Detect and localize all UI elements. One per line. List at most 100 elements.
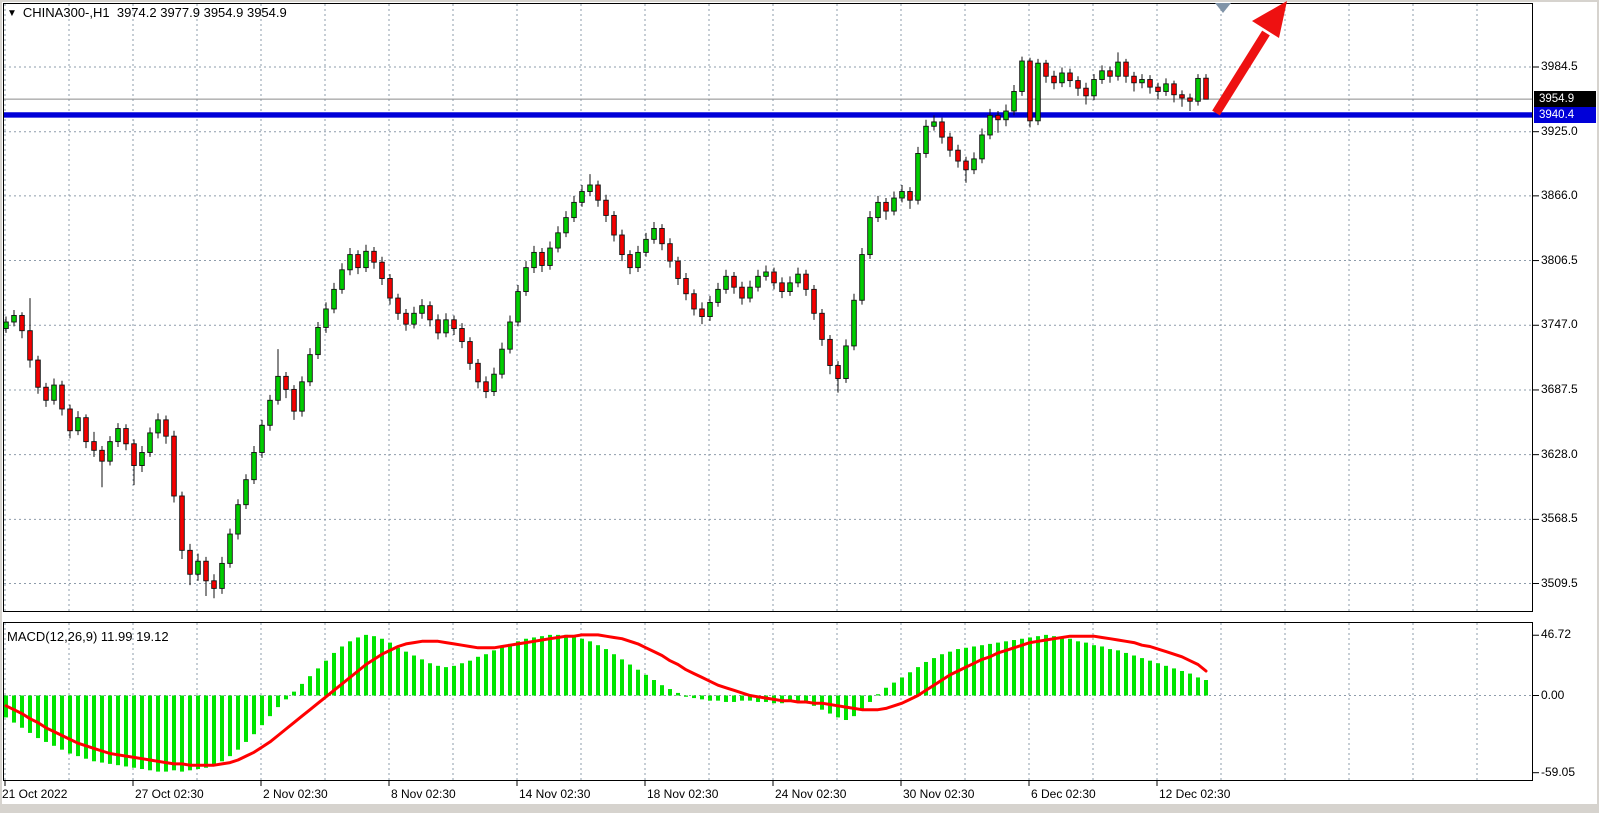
candle-bull xyxy=(1036,63,1041,121)
candle-bull xyxy=(924,126,929,153)
candle-bear xyxy=(188,550,193,574)
macd-histogram-bar xyxy=(324,661,328,696)
candle-bear xyxy=(996,115,1001,119)
candle-bull xyxy=(564,218,569,233)
macd-histogram-bar xyxy=(244,696,248,742)
candle-bear xyxy=(1172,84,1177,95)
macd-histogram-bar xyxy=(516,641,520,695)
macd-histogram-bar xyxy=(636,670,640,696)
horizontal-line-price-tag: 3940.4 xyxy=(1534,107,1596,123)
price-pane-border xyxy=(4,4,1533,612)
price-axis-label: 3509.5 xyxy=(1541,576,1578,590)
macd-histogram-bar xyxy=(36,696,40,739)
candle-bull xyxy=(276,376,281,400)
candle-bear xyxy=(396,298,401,313)
candle-bull xyxy=(932,122,937,126)
macd-histogram-bar xyxy=(28,696,32,733)
candle-bull xyxy=(524,268,529,292)
chart-shift-marker-icon[interactable] xyxy=(1215,3,1231,13)
macd-histogram-bar xyxy=(1156,663,1160,695)
candle-bull xyxy=(244,480,249,505)
macd-histogram-bar xyxy=(428,663,432,695)
macd-histogram-bar xyxy=(932,658,936,695)
macd-histogram-bar xyxy=(1204,680,1208,695)
macd-histogram-bar xyxy=(164,696,168,772)
candle-bull xyxy=(1012,91,1017,111)
candle-bear xyxy=(908,192,913,201)
macd-histogram-bar xyxy=(532,637,536,695)
candle-bear xyxy=(804,274,809,289)
candle-bull xyxy=(716,289,721,302)
candle-bull xyxy=(852,300,857,346)
macd-axis-label: 46.72 xyxy=(1541,627,1571,641)
horizontal-level-line[interactable] xyxy=(4,112,1532,117)
price-axis-label: 3866.0 xyxy=(1541,188,1578,202)
macd-histogram-bar xyxy=(628,665,632,696)
time-axis-label: 8 Nov 02:30 xyxy=(391,787,456,801)
macd-histogram-bar xyxy=(68,696,72,754)
candlestick-chart-canvas[interactable] xyxy=(0,0,1599,813)
macd-histogram-bar xyxy=(852,696,856,717)
price-axis-label: 3687.5 xyxy=(1541,382,1578,396)
macd-histogram-bar xyxy=(460,663,464,695)
candle-bull xyxy=(748,287,753,298)
macd-histogram-bar xyxy=(404,652,408,696)
candle-bear xyxy=(284,376,289,389)
candle-bull xyxy=(1100,71,1105,80)
candle-bull xyxy=(548,248,553,265)
bid-price-tag: 3954.9 xyxy=(1534,91,1596,107)
candle-bear xyxy=(884,202,889,211)
macd-histogram-bar xyxy=(620,659,624,695)
ohlc-values-label: 3974.2 3977.9 3954.9 3954.9 xyxy=(117,5,287,20)
macd-histogram-bar xyxy=(980,645,984,695)
macd-histogram-bar xyxy=(1020,639,1024,696)
time-axis-label: 30 Nov 02:30 xyxy=(903,787,974,801)
macd-histogram-bar xyxy=(1132,656,1136,696)
candle-bear xyxy=(476,363,481,381)
candle-bull xyxy=(148,433,153,453)
candle-bear xyxy=(1132,76,1137,83)
candle-bull xyxy=(916,153,921,200)
candle-bear xyxy=(484,382,489,392)
candle-bull xyxy=(724,276,729,289)
macd-histogram-bar xyxy=(884,688,888,696)
candle-bear xyxy=(164,420,169,436)
macd-histogram-bar xyxy=(468,661,472,696)
candle-bear xyxy=(180,496,185,550)
macd-histogram-bar xyxy=(308,676,312,695)
candle-bear xyxy=(84,418,89,442)
candle-bull xyxy=(1164,84,1169,92)
macd-histogram-bar xyxy=(484,654,488,695)
trend-arrow-shaft[interactable] xyxy=(1216,33,1266,113)
candle-bear xyxy=(468,342,473,364)
time-axis-label: 14 Nov 02:30 xyxy=(519,787,590,801)
candle-bear xyxy=(964,161,969,170)
candle-bull xyxy=(876,202,881,217)
symbol-dropdown-icon[interactable]: ▼ xyxy=(7,8,17,19)
candle-bull xyxy=(1116,62,1121,76)
candle-bear xyxy=(780,283,785,292)
candle-bear xyxy=(20,315,25,330)
candle-bull xyxy=(316,327,321,354)
macd-histogram-bar xyxy=(740,696,744,701)
candle-bull xyxy=(588,185,593,192)
candle-bull xyxy=(708,302,713,316)
candle-bull xyxy=(1020,61,1025,91)
candle-bull xyxy=(500,349,505,374)
time-axis-label: 21 Oct 2022 xyxy=(2,787,67,801)
candle-bull xyxy=(556,233,561,248)
macd-histogram-bar xyxy=(52,696,56,746)
macd-histogram-bar xyxy=(452,666,456,696)
macd-histogram-bar xyxy=(676,693,680,696)
candle-bull xyxy=(988,115,993,135)
candle-bear xyxy=(372,251,377,262)
trend-arrow-head[interactable] xyxy=(1252,1,1287,38)
macd-histogram-bar xyxy=(900,677,904,695)
macd-histogram-bar xyxy=(1052,636,1056,695)
candle-bear xyxy=(100,450,105,461)
candle-bear xyxy=(380,262,385,278)
candle-bull xyxy=(788,283,793,292)
macd-histogram-bar xyxy=(988,644,992,696)
candle-bull xyxy=(340,270,345,290)
macd-histogram-bar xyxy=(548,635,552,696)
